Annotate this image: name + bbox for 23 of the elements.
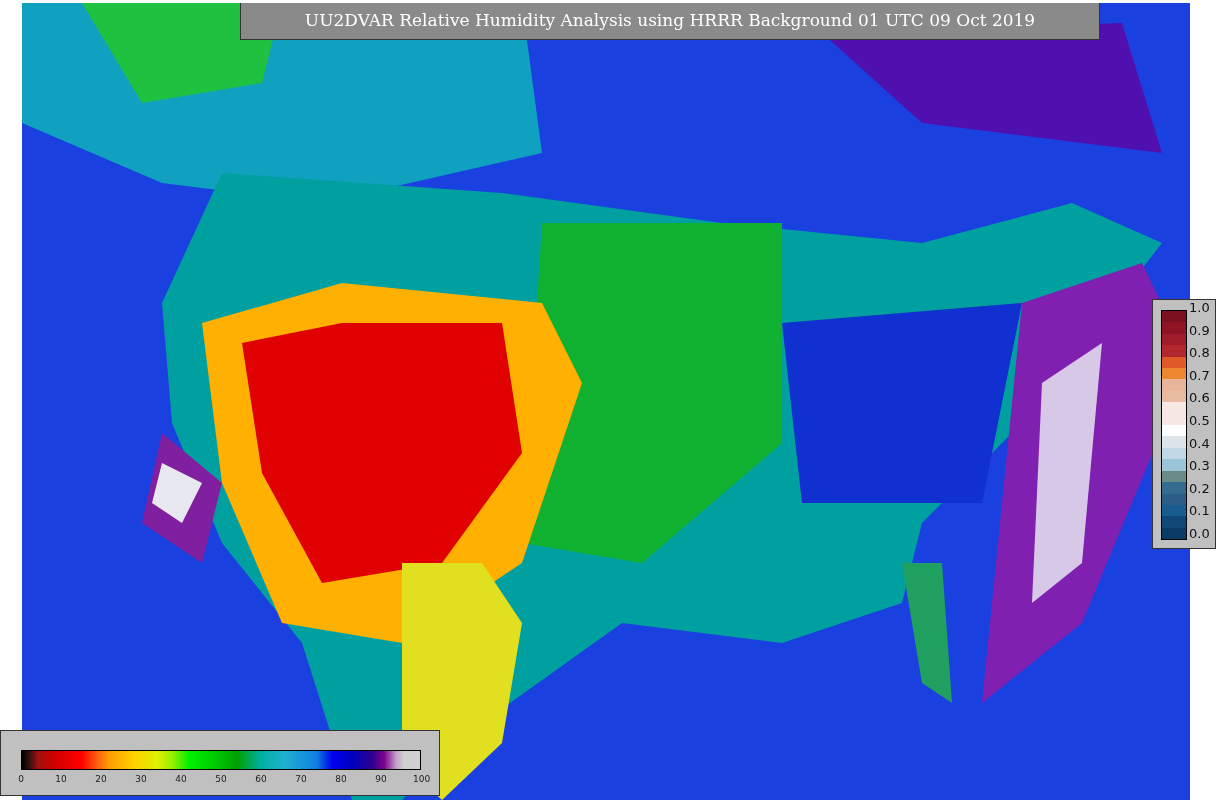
- colorbar-label: 80: [334, 774, 348, 784]
- colorbar-label: 60: [254, 774, 268, 784]
- colorbar-label: 50: [214, 774, 228, 784]
- colorbar-label: 0.7: [1189, 368, 1210, 383]
- colorbar-label: 90: [374, 774, 388, 784]
- colorbar-label: 40: [174, 774, 188, 784]
- colorbar-label: 0.9: [1189, 323, 1210, 338]
- colorbar-label: 0.1: [1189, 504, 1210, 519]
- colorbar-label: 30: [134, 774, 148, 784]
- colorbar-label: 0.8: [1189, 346, 1210, 361]
- colorbar-label: 10: [54, 774, 68, 784]
- colorbar-label: 0.0: [1189, 526, 1210, 541]
- colorbar-label: 0.4: [1189, 436, 1210, 451]
- colorbar-label: 0: [17, 774, 25, 784]
- colorbar-label: 1.0: [1189, 301, 1210, 315]
- colorbar-label: 0.3: [1189, 459, 1210, 474]
- colorbar-label: 0.2: [1189, 481, 1210, 496]
- colorbar-label: 0.5: [1189, 413, 1210, 428]
- colorbar-label: 20: [94, 774, 108, 784]
- colorbar-label: 100: [413, 774, 429, 784]
- colorbar-label: 0.6: [1189, 391, 1210, 406]
- map-title: UU2DVAR Relative Humidity Analysis using HRRR Background 01 UTC 09 Oct 2019: [240, 3, 1100, 40]
- colorbar-label: 70: [294, 774, 308, 784]
